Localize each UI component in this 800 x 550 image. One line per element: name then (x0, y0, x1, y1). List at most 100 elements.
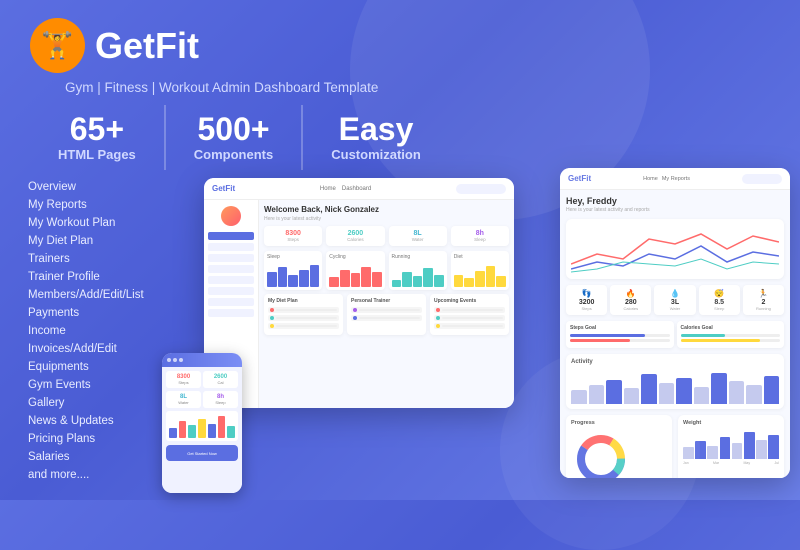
nav-item-more[interactable]: and more.... (28, 466, 158, 483)
rd-search[interactable] (742, 174, 782, 184)
line-chart-svg (571, 224, 779, 274)
db-bar (351, 273, 361, 287)
db-bar (278, 267, 288, 287)
rd-stat-calories-num: 280 (612, 299, 649, 306)
db-bar (267, 272, 277, 287)
rd-weight-title: Weight (683, 420, 779, 426)
db-bottom-grid: My Diet Plan Personal Trainer Upcoming E… (264, 294, 509, 335)
nav-item-workout[interactable]: My Workout Plan (28, 214, 158, 231)
db-bar (310, 265, 320, 288)
db-stat-calories-num: 2600 (329, 230, 381, 237)
db-bar (413, 276, 423, 287)
nav-item-overview[interactable]: Overview (28, 178, 158, 195)
mobile-stat-row-1: 8300 Steps 2600 Cal (166, 371, 238, 388)
rd-act-bar (746, 385, 762, 404)
mobile-bar (218, 416, 226, 438)
rd-act-bar (659, 383, 675, 404)
db-stat-calories-lbl: Calories (329, 237, 381, 242)
rd-nav: Home My Reports (643, 176, 690, 182)
db-chart-sleep-title: Sleep (267, 254, 319, 260)
stat-label-0: HTML Pages (58, 147, 136, 162)
rd-prog-title-2: Calories Goal (681, 325, 781, 331)
nav-item-income[interactable]: Income (28, 322, 158, 339)
weight-bar (707, 446, 718, 460)
rd-nav-reports: My Reports (662, 176, 690, 182)
rd-act-bar (606, 380, 622, 405)
stat-block-0: 65+ HTML Pages (30, 105, 166, 170)
weight-bar (744, 432, 755, 459)
mobile-stat-row-2: 8L Water 8h Sleep (166, 391, 238, 408)
nav-item-trainers[interactable]: Trainers (28, 250, 158, 267)
mobile-chart (166, 411, 238, 441)
db-trainer-item-1 (351, 307, 422, 313)
rd-progress-card-2: Calories Goal (677, 321, 785, 348)
nav-item-gallery[interactable]: Gallery (28, 394, 158, 411)
rd-act-bar (711, 373, 727, 405)
nav-item-payments[interactable]: Payments (28, 304, 158, 321)
mobile-mockup: 8300 Steps 2600 Cal 8L Water 8h (162, 353, 242, 493)
db-mini-charts: Sleep Cycling (264, 251, 509, 290)
db-stat-water: 8L Water (389, 226, 447, 246)
mobile-bar (188, 425, 196, 438)
rd-welcome: Hey, Freddy (566, 196, 784, 206)
db-welcome: Welcome Back, Nick Gonzalez (264, 205, 509, 214)
nav-item-equipments[interactable]: Equipments (28, 358, 158, 375)
rd-act-bar (641, 374, 657, 404)
db-sidebar-item-8 (208, 309, 254, 317)
mobile-cta[interactable]: Get Started Now (166, 445, 238, 461)
weight-bar (720, 437, 731, 460)
rd-act-bar (694, 387, 710, 405)
db-diet-plan-card: My Diet Plan (264, 294, 343, 335)
db-list-item-1 (268, 307, 339, 313)
db-stat-water-num: 8L (392, 230, 444, 237)
db-trainer-item-2 (351, 315, 422, 321)
nav-item-trainer-profile[interactable]: Trainer Profile (28, 268, 158, 285)
stat-label-1: Components (194, 147, 273, 162)
rd-act-bar (571, 390, 587, 404)
db-stat-steps-num: 8300 (267, 230, 319, 237)
rd-act-bar (624, 388, 640, 404)
nav-item-news[interactable]: News & Updates (28, 412, 158, 429)
db-header: GetFit Home Dashboard (204, 178, 514, 200)
rd-act-bar (676, 378, 692, 404)
mobile-stat-1: 8300 Steps (166, 371, 201, 388)
nav-item-diet[interactable]: My Diet Plan (28, 232, 158, 249)
mobile-cta-text: Get Started Now (187, 451, 217, 456)
db-avatar (221, 206, 241, 226)
db-stat-sleep: 8h Sleep (451, 226, 509, 246)
db-bar (340, 270, 350, 288)
db-stat-sleep-lbl: Sleep (454, 237, 506, 242)
db-chart-sleep: Sleep (264, 251, 322, 290)
db-event-item-1 (434, 307, 505, 313)
db-chart-running: Running (389, 251, 447, 290)
db-list-item-3 (268, 323, 339, 329)
db-bar (299, 270, 309, 288)
nav-item-invoices[interactable]: Invoices/Add/Edit (28, 340, 158, 357)
db-sidebar-item-2 (208, 243, 254, 251)
rd-stat-calories: 🔥 280 Calories (610, 285, 651, 315)
nav-item-gym-events[interactable]: Gym Events (28, 376, 158, 393)
nav-item-pricing[interactable]: Pricing Plans (28, 430, 158, 447)
mobile-bar (169, 428, 177, 438)
weight-bar (732, 443, 743, 460)
logo-area: GetFit (30, 18, 199, 73)
db-list-item-2 (268, 315, 339, 321)
mobile-bar (198, 419, 206, 438)
db-event-item-3 (434, 323, 505, 329)
rd-act-bar (589, 385, 605, 404)
db-stats-row: 8300 Steps 2600 Calories 8L Water 8h (264, 226, 509, 246)
weight-bar (756, 440, 767, 460)
db-main-panel: Welcome Back, Nick Gonzalez Here is your… (259, 200, 514, 408)
nav-item-salaries[interactable]: Salaries (28, 448, 158, 465)
nav-item-reports[interactable]: My Reports (28, 196, 158, 213)
rd-prog-title-1: Steps Goal (570, 325, 670, 331)
db-nav-home: Home (320, 186, 336, 192)
rd-line-chart (566, 219, 784, 279)
db-bar (329, 277, 339, 287)
db-search[interactable] (456, 184, 506, 194)
nav-item-members[interactable]: Members/Add/Edit/List (28, 286, 158, 303)
stat-number-1: 500+ (194, 113, 273, 145)
db-stat-steps: 8300 Steps (264, 226, 322, 246)
db-stat-steps-lbl: Steps (267, 237, 319, 242)
db-sidebar-item-3 (208, 254, 254, 262)
